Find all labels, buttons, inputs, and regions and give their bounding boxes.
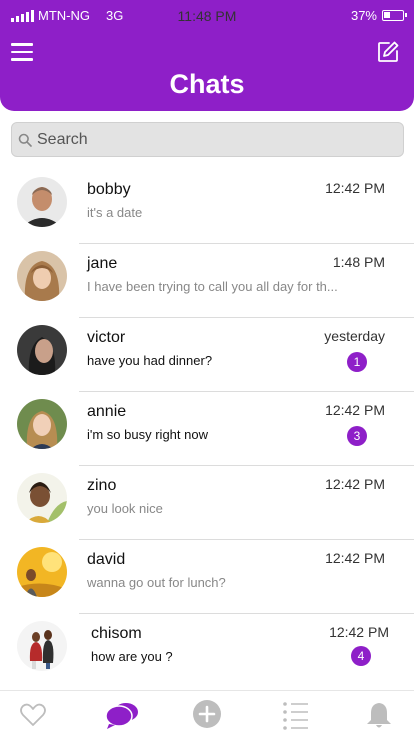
contact-name: zino (87, 477, 117, 494)
battery-info: 37% (350, 8, 407, 23)
bell-icon[interactable] (364, 700, 394, 730)
message-preview: I have been trying to call you all day f… (87, 279, 338, 294)
contact-name: chisom (91, 625, 142, 642)
add-circle-icon[interactable] (192, 700, 222, 730)
message-preview: have you had dinner? (87, 353, 213, 368)
avatar (17, 621, 67, 671)
chat-row-chisom[interactable]: chisom 12:42 PM how are you ? 4 (0, 614, 414, 688)
message-time: 12:42 PM (325, 402, 385, 418)
battery-percent: 37% (350, 8, 377, 23)
message-time: 12:42 PM (325, 476, 385, 492)
chat-list: bobby 12:42 PM it's a date jane 1:48 PM … (0, 170, 414, 688)
avatar (17, 251, 67, 301)
message-preview: i'm so busy right now (87, 427, 208, 442)
chat-bubbles-icon[interactable] (105, 700, 139, 730)
bottom-tab-bar (0, 690, 414, 736)
message-preview: it's a date (87, 205, 143, 220)
message-preview: how are you ? (91, 649, 173, 664)
contact-name: victor (87, 329, 126, 346)
unread-badge: 3 (347, 426, 367, 446)
heart-icon[interactable] (18, 700, 48, 730)
compose-icon[interactable] (376, 40, 400, 64)
message-time: 12:42 PM (325, 550, 385, 566)
app-header: MTN-NG 3G 11:48 PM 37% Chats (0, 0, 414, 111)
message-time: yesterday (324, 328, 385, 344)
contact-name: jane (87, 255, 118, 272)
avatar (17, 473, 67, 523)
chat-row-david[interactable]: david 12:42 PM wanna go out for lunch? (0, 540, 414, 614)
status-bar: MTN-NG 3G 11:48 PM 37% (0, 8, 414, 24)
avatar (17, 547, 67, 597)
search-icon (18, 133, 32, 147)
avatar (17, 399, 67, 449)
contact-name: bobby (87, 181, 131, 198)
unread-badge: 1 (347, 352, 367, 372)
chat-row-annie[interactable]: annie 12:42 PM i'm so busy right now 3 (0, 392, 414, 466)
chat-row-bobby[interactable]: bobby 12:42 PM it's a date (0, 170, 414, 244)
contact-name: david (87, 551, 126, 568)
avatar (17, 177, 67, 227)
chat-row-zino[interactable]: zino 12:42 PM you look nice (0, 466, 414, 540)
search-bar[interactable] (11, 122, 404, 157)
message-preview: wanna go out for lunch? (87, 575, 226, 590)
battery-icon (382, 10, 407, 21)
message-time: 12:42 PM (325, 180, 385, 196)
contact-name: annie (87, 403, 127, 420)
chat-row-jane[interactable]: jane 1:48 PM I have been trying to call … (0, 244, 414, 318)
search-input[interactable] (37, 123, 397, 156)
message-preview: you look nice (87, 501, 163, 516)
message-time: 12:42 PM (329, 624, 389, 640)
avatar (17, 325, 67, 375)
list-icon[interactable] (281, 700, 311, 730)
message-time: 1:48 PM (332, 254, 385, 270)
page-title: Chats (169, 69, 245, 99)
hamburger-menu-icon[interactable] (11, 43, 33, 61)
unread-badge: 4 (351, 646, 371, 666)
chat-row-victor[interactable]: victor yesterday have you had dinner? 1 (0, 318, 414, 392)
